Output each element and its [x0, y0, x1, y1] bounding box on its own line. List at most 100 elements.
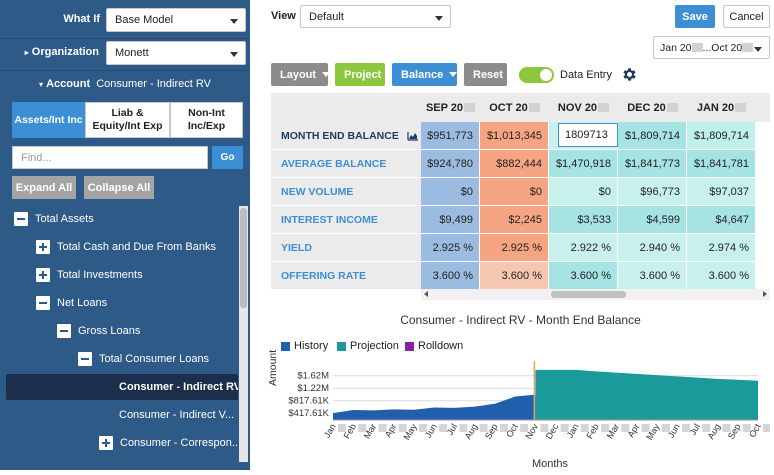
tab-non-int-inc-exp[interactable]: Non-Int Inc/Exp [170, 102, 243, 138]
row-label[interactable]: INTEREST INCOME [271, 206, 421, 234]
column-header[interactable]: SEP 20 [421, 93, 480, 122]
grid-cell[interactable]: $9,499 [421, 206, 480, 234]
grid-cell[interactable]: 2.922 % [549, 234, 618, 262]
column-header[interactable]: JAN 20 [687, 93, 756, 122]
legend-projection[interactable]: Projection [337, 340, 399, 352]
collapse-icon[interactable] [14, 212, 28, 226]
tree-node-label: Consumer - Indirect RV [119, 381, 238, 393]
tab-liab-equity-int-exp[interactable]: Liab & Equity/Int Exp [85, 102, 170, 138]
expand-icon[interactable] [99, 436, 113, 450]
cell-value: 3.600 % [708, 269, 749, 282]
row-label[interactable]: MONTH END BALANCE [271, 122, 421, 150]
grid-cell[interactable]: $1,841,773 [618, 150, 687, 178]
grid-cell[interactable]: $2,245 [480, 206, 549, 234]
grid-cell[interactable]: $1,470,918 [549, 150, 618, 178]
expand-icon[interactable] [36, 240, 50, 254]
chevron-down-icon [435, 16, 443, 21]
grid-cell[interactable]: 2.925 % [480, 234, 549, 262]
grid-cell[interactable]: $1,809,714 [687, 122, 756, 150]
grid-cell[interactable]: $882,444 [480, 150, 549, 178]
grid-cell[interactable]: $0 [421, 178, 480, 206]
row-label[interactable]: OFFERING RATE [271, 262, 421, 289]
grid-cell[interactable]: $1,841,781 [687, 150, 756, 178]
tab-assets-int-inc[interactable]: Assets/Int Inc [12, 102, 85, 138]
view-select[interactable]: Default [300, 5, 451, 28]
account-label: Account [46, 78, 91, 90]
grid-cell[interactable]: 2.974 % [687, 234, 756, 262]
tree-node[interactable]: Consumer - Correspon... [6, 430, 238, 456]
expand-icon[interactable] [36, 268, 50, 282]
column-header[interactable]: NOV 20 [549, 93, 618, 122]
organization-select[interactable]: Monett [106, 41, 246, 65]
grid-cell[interactable]: $0 [480, 178, 549, 206]
series-area-projection[interactable] [535, 369, 758, 420]
data-entry-toggle[interactable] [519, 67, 554, 83]
chevron-down-icon [322, 72, 331, 77]
grid-cell[interactable]: 3.600 % [687, 262, 756, 289]
sidebar-scrollbar-thumb[interactable] [240, 208, 247, 308]
tree-node[interactable]: Gross Loans [6, 318, 238, 344]
legend-history[interactable]: History [281, 340, 328, 352]
app-root: { "sidebar": { "whatif_label": "What If"… [0, 0, 774, 475]
find-input[interactable]: Find... [12, 146, 208, 169]
grid-cell[interactable]: $96,773 [618, 178, 687, 206]
grid-cell[interactable]: $1,809,714 [618, 122, 687, 150]
scroll-left-icon[interactable] [424, 291, 428, 297]
column-header[interactable]: DEC 20 [618, 93, 687, 122]
cell-value: $1,809,714 [624, 129, 680, 142]
chart-title: Consumer - Indirect RV - Month End Balan… [400, 313, 641, 327]
grid-cell[interactable]: 3.600 % [480, 262, 549, 289]
grid-cell[interactable]: $4,647 [687, 206, 756, 234]
month-end-balance-nov-input[interactable]: 1809713 [558, 123, 618, 147]
series-area-history[interactable] [333, 394, 536, 420]
tree-node[interactable]: Total Assets [6, 206, 238, 232]
expand-all-button[interactable]: Expand All [12, 176, 76, 199]
account-line[interactable]: ▾ Account Consumer - Indirect RV [0, 78, 250, 90]
row-label[interactable]: YIELD [271, 234, 421, 262]
reset-button[interactable]: Reset [464, 63, 507, 86]
chart-icon[interactable] [407, 131, 419, 141]
grid-cell[interactable]: $1,013,345 [480, 122, 549, 150]
save-button[interactable]: Save [675, 5, 715, 28]
layout-button[interactable]: Layout [271, 63, 331, 86]
cell-value: $4,647 [715, 213, 749, 226]
column-header[interactable]: OCT 20 [480, 93, 549, 122]
grid-cell[interactable]: 3.600 % [618, 262, 687, 289]
tree-node[interactable]: Total Investments [6, 262, 238, 288]
go-button[interactable]: Go [212, 146, 243, 169]
grid-cell[interactable]: 2.925 % [421, 234, 480, 262]
grid-cell[interactable]: $951,773 [421, 122, 480, 150]
grid-cell[interactable]: $3,533 [549, 206, 618, 234]
collapse-icon[interactable] [78, 352, 92, 366]
gear-icon[interactable] [621, 66, 638, 83]
caret-right-icon: ▸ [24, 48, 29, 57]
grid-cell[interactable]: $4,599 [618, 206, 687, 234]
collapse-icon[interactable] [36, 296, 50, 310]
grid-cell[interactable]: $0 [549, 178, 618, 206]
collapse-all-button[interactable]: Collapse All [84, 176, 154, 199]
grid-cell[interactable]: $97,037 [687, 178, 756, 206]
tree-node[interactable]: Total Cash and Due From Banks [6, 234, 238, 260]
cell-value: 2.925 % [432, 241, 473, 254]
date-range-select[interactable]: Jan 20 ...Oct 20 [653, 36, 770, 59]
row-label[interactable]: AVERAGE BALANCE [271, 150, 421, 178]
grid-cell[interactable]: 3.600 % [549, 262, 618, 289]
collapse-icon[interactable] [57, 324, 71, 338]
tree-node[interactable]: Consumer - Indirect RV [6, 374, 238, 400]
tree-node[interactable]: Net Loans [6, 290, 238, 316]
whatif-select[interactable]: Base Model [106, 8, 246, 32]
grid-scrollbar-thumb[interactable] [551, 291, 626, 298]
cancel-button[interactable]: Cancel [723, 5, 770, 28]
project-button[interactable]: Project [335, 63, 385, 86]
legend-rolldown[interactable]: Rolldown [405, 340, 463, 352]
grid-cell[interactable]: 3.600 % [421, 262, 480, 289]
grid-cell[interactable]: 2.940 % [618, 234, 687, 262]
balance-button[interactable]: Balance [392, 63, 458, 86]
tree-node[interactable]: Total Consumer Loans [6, 346, 238, 372]
organization-label[interactable]: ▸ Organization [25, 46, 99, 58]
scroll-right-icon[interactable] [763, 291, 767, 297]
grid-cell[interactable]: $924,780 [421, 150, 480, 178]
redacted-year [735, 103, 747, 112]
row-label[interactable]: NEW VOLUME [271, 178, 421, 206]
tree-node[interactable]: Consumer - Indirect V... [6, 402, 238, 428]
